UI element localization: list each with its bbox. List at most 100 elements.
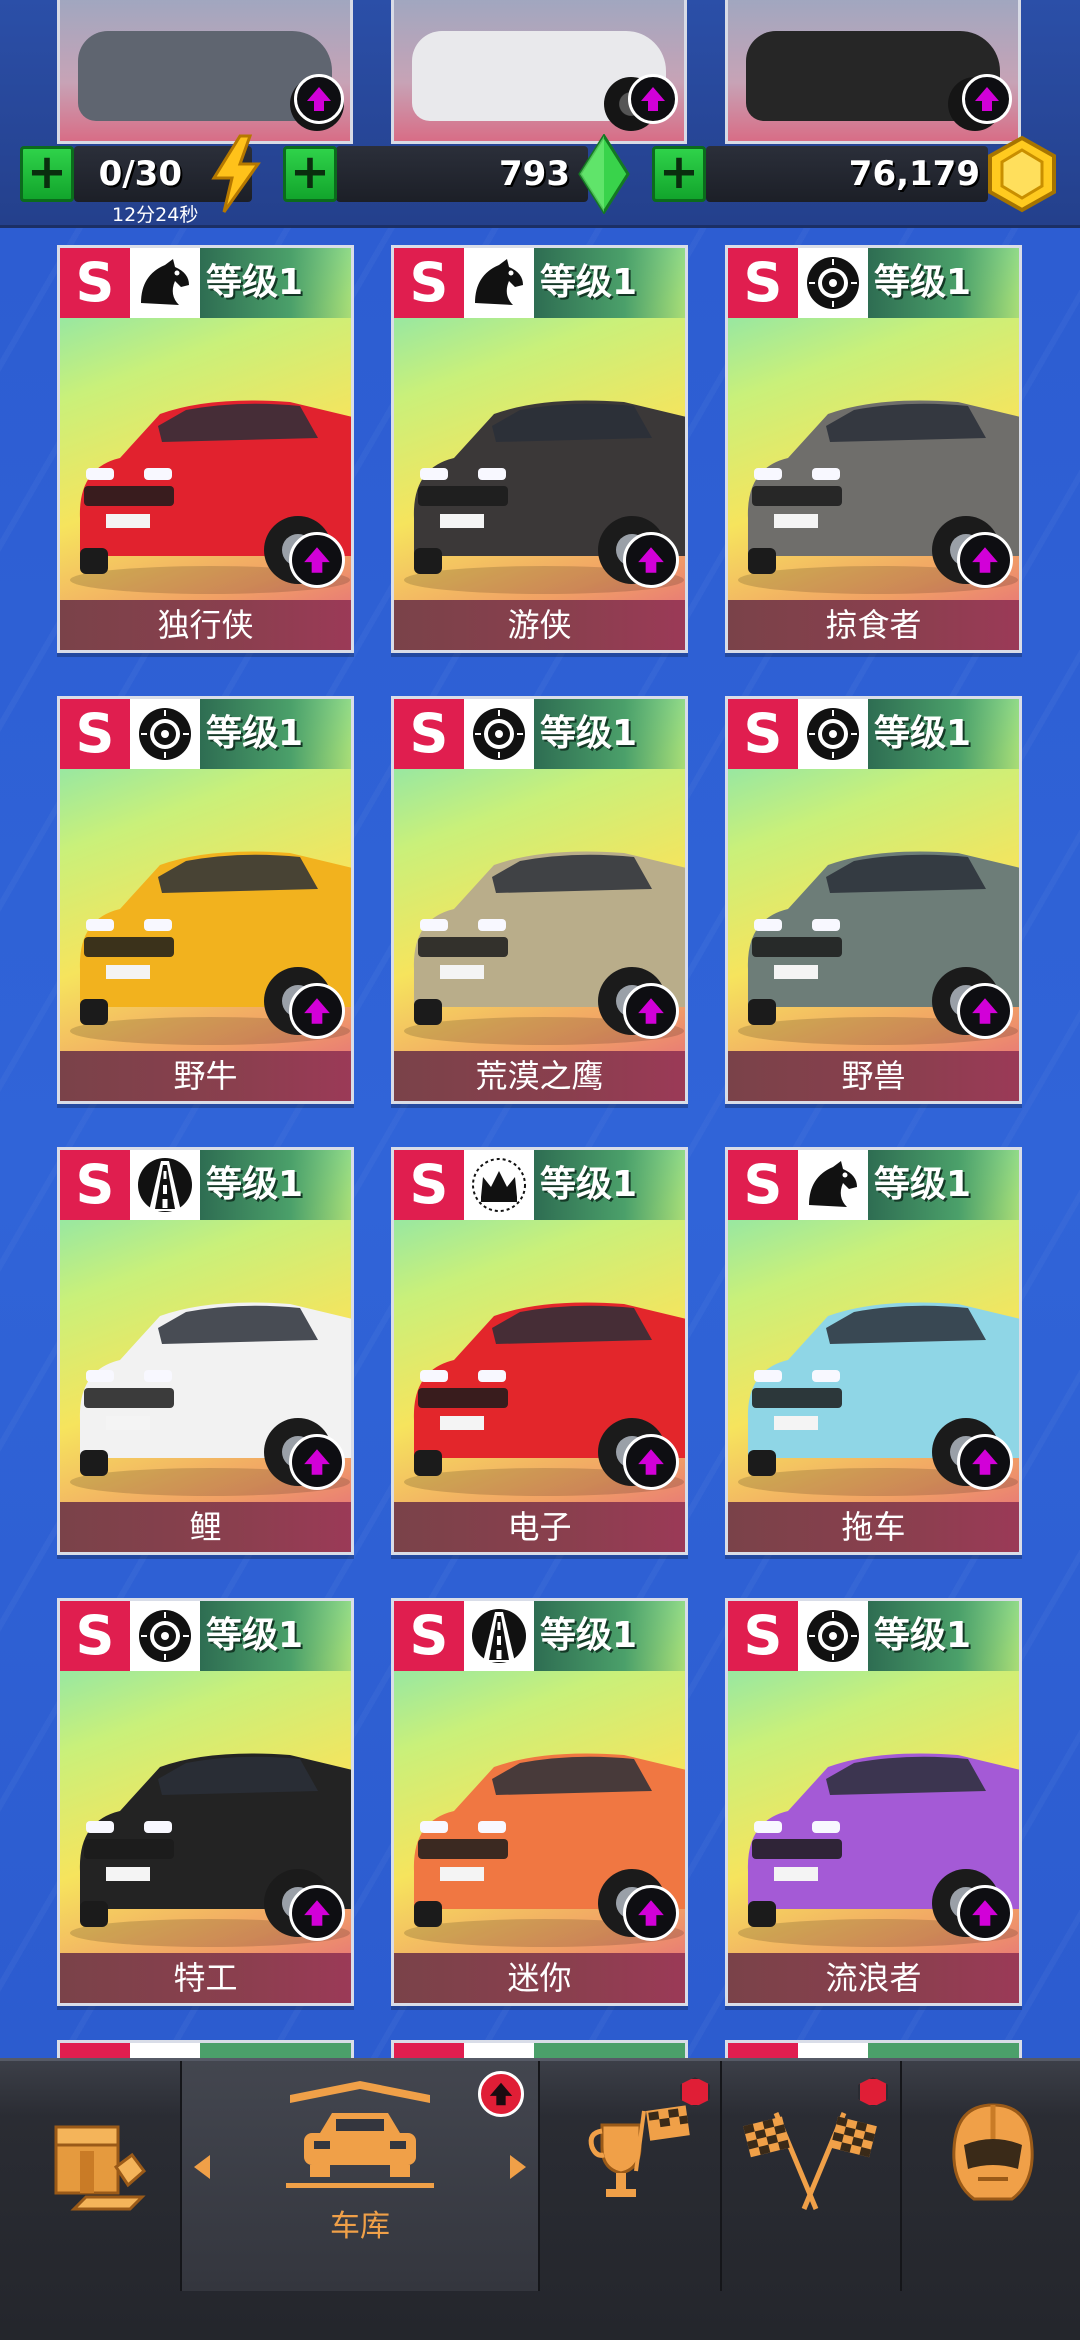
tire-icon: [798, 1601, 868, 1671]
add-coins-button[interactable]: +: [652, 146, 706, 202]
chevron-right-icon: [510, 2155, 526, 2179]
car-card[interactable]: S 等级1 荒漠之鹰: [391, 696, 688, 1104]
car-name: 野兽: [728, 1051, 1019, 1101]
checkered-flags-icon: [743, 2112, 877, 2210]
horse-icon: [130, 248, 200, 318]
tire-icon: [464, 699, 534, 769]
upgrade-icon: [962, 74, 1012, 124]
rarity-badge: S: [728, 1601, 798, 1671]
car-name: 特工: [60, 1953, 351, 2003]
coin-icon: [988, 135, 1056, 213]
card-header: S 等级1: [60, 699, 351, 769]
car-card[interactable]: S 等级1 鲤: [57, 1147, 354, 1555]
nav-race[interactable]: [722, 2061, 900, 2291]
card-header: S 等级1: [728, 699, 1019, 769]
car-card[interactable]: S 等级1 拖车: [725, 1147, 1022, 1555]
car-name: 拖车: [728, 1502, 1019, 1552]
gem-value: 793: [499, 154, 570, 194]
peek-card-2[interactable]: [391, 0, 687, 144]
peek-card-1[interactable]: [57, 0, 353, 144]
car-card[interactable]: S 等级1 特工: [57, 1598, 354, 2006]
car-card[interactable]: S 等级1 独行侠: [57, 245, 354, 653]
nav-garage[interactable]: 车库: [182, 2061, 538, 2291]
nav-profile[interactable]: [902, 2061, 1080, 2291]
rarity-badge: S: [394, 699, 464, 769]
card-header: S 等级1: [728, 1601, 1019, 1671]
helmet-icon: [952, 2103, 1034, 2201]
car-name: 荒漠之鹰: [394, 1051, 685, 1101]
upgrade-icon[interactable]: [289, 532, 345, 588]
car-card[interactable]: S 等级1 掠食者: [725, 245, 1022, 653]
peek-card-next-1[interactable]: [57, 2040, 354, 2060]
car-name: 独行侠: [60, 600, 351, 650]
car-card[interactable]: S 等级1 野牛: [57, 696, 354, 1104]
car-name: 电子: [394, 1502, 685, 1552]
level-label: 等级1: [874, 1164, 972, 1205]
car-card[interactable]: S 等级1 野兽: [725, 696, 1022, 1104]
card-header: S 等级1: [60, 248, 351, 318]
car-card[interactable]: S 等级1 流浪者: [725, 1598, 1022, 2006]
level-label: 等级1: [206, 1615, 304, 1656]
card-header: S 等级1: [728, 248, 1019, 318]
top-strip: + 0/30 12分24秒 + 793 + 76,179: [0, 0, 1080, 228]
car-name: 流浪者: [728, 1953, 1019, 2003]
peek-card-next-3[interactable]: [725, 2040, 1022, 2060]
coin-value: 76,179: [848, 154, 980, 194]
rarity-badge: S: [728, 248, 798, 318]
road-icon: [464, 1601, 534, 1671]
level-label: 等级1: [874, 262, 972, 303]
upgrade-icon[interactable]: [623, 1434, 679, 1490]
chevron-left-icon: [194, 2155, 210, 2179]
upgrade-icon: [294, 74, 344, 124]
upgrade-icon[interactable]: [623, 532, 679, 588]
upgrade-icon[interactable]: [957, 983, 1013, 1039]
bottom-nav: 车库: [0, 2058, 1080, 2340]
card-header: S 等级1: [728, 1150, 1019, 1220]
horse-icon: [464, 248, 534, 318]
add-energy-button[interactable]: +: [20, 146, 74, 202]
upgrade-icon[interactable]: [289, 983, 345, 1039]
level-label: 等级1: [540, 262, 638, 303]
energy-timer: 12分24秒: [112, 204, 199, 226]
nav-shop[interactable]: [0, 2061, 180, 2291]
peek-card-next-2[interactable]: [391, 2040, 688, 2060]
peek-card-3[interactable]: [725, 0, 1021, 144]
car-name: 掠食者: [728, 600, 1019, 650]
upgrade-icon[interactable]: [623, 983, 679, 1039]
rarity-badge: S: [728, 1150, 798, 1220]
level-label: 等级1: [206, 262, 304, 303]
upgrade-icon[interactable]: [623, 1885, 679, 1941]
garage-upgrade-badge-icon: [478, 2071, 524, 2117]
upgrade-icon[interactable]: [289, 1434, 345, 1490]
card-header: S 等级1: [394, 699, 685, 769]
level-label: 等级1: [206, 713, 304, 754]
card-header: S 等级1: [60, 1150, 351, 1220]
card-header: S 等级1: [60, 1601, 351, 1671]
rarity-badge: S: [60, 699, 130, 769]
car-card[interactable]: S 等级1 游侠: [391, 245, 688, 653]
upgrade-icon[interactable]: [957, 1885, 1013, 1941]
rarity-badge: S: [60, 1601, 130, 1671]
rarity-badge: S: [394, 1601, 464, 1671]
rarity-badge: S: [394, 248, 464, 318]
level-label: 等级1: [206, 1164, 304, 1205]
shop-crate-icon: [54, 2125, 147, 2211]
horse-icon: [798, 1150, 868, 1220]
energy-value: 0/30: [98, 154, 182, 194]
level-label: 等级1: [874, 713, 972, 754]
tire-icon: [798, 248, 868, 318]
upgrade-icon[interactable]: [957, 1434, 1013, 1490]
trophy-flag-icon: [588, 2105, 690, 2197]
car-name: 鲤: [60, 1502, 351, 1552]
level-label: 等级1: [540, 1164, 638, 1205]
rarity-badge: S: [60, 1150, 130, 1220]
rarity-badge: S: [60, 248, 130, 318]
car-card[interactable]: S 等级1 迷你: [391, 1598, 688, 2006]
car-card[interactable]: S 等级1 电子: [391, 1147, 688, 1555]
upgrade-icon[interactable]: [289, 1885, 345, 1941]
add-gems-button[interactable]: +: [283, 146, 337, 202]
nav-events[interactable]: [540, 2061, 720, 2291]
upgrade-icon[interactable]: [957, 532, 1013, 588]
garage-car-icon: [286, 2081, 434, 2188]
card-header: S 等级1: [394, 1150, 685, 1220]
